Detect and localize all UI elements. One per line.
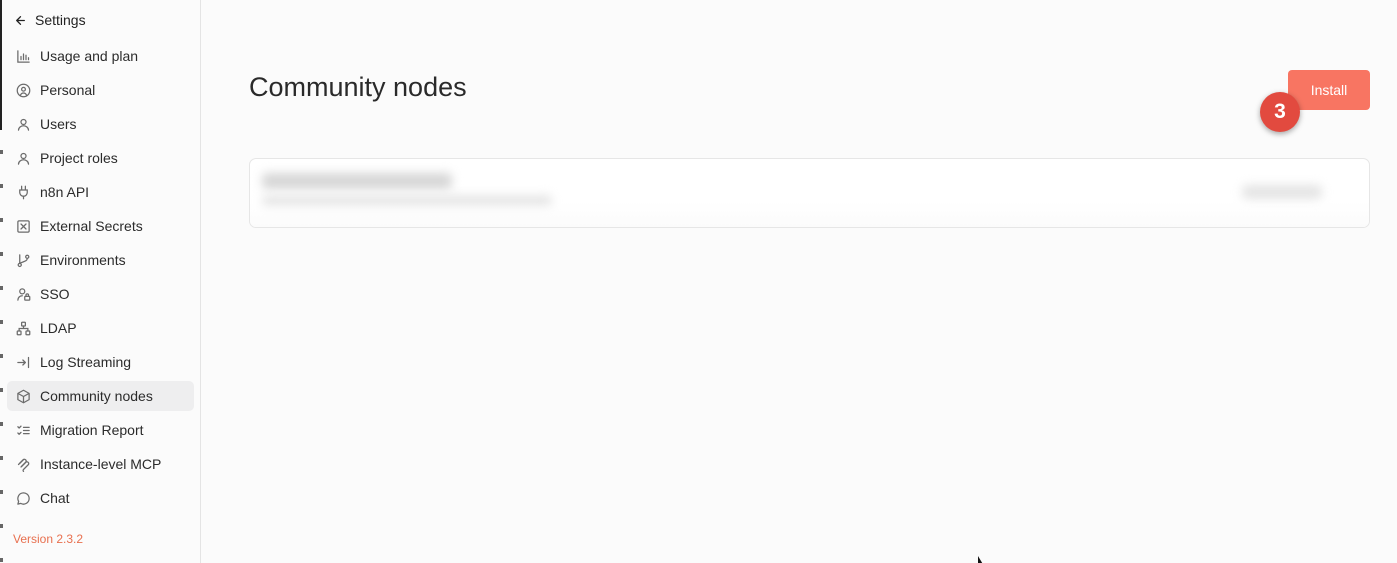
sidebar-item-label: Personal <box>40 82 96 98</box>
settings-nav: Usage and plan Personal Users Project ro… <box>7 41 194 517</box>
sidebar-item-label: Instance-level MCP <box>40 456 162 472</box>
sidebar-item-migration-report[interactable]: Migration Report <box>7 415 194 445</box>
sidebar-item-label: LDAP <box>40 320 77 336</box>
chart-icon <box>15 48 31 64</box>
back-label: Settings <box>35 12 86 28</box>
sidebar-item-label: Project roles <box>40 150 118 166</box>
sidebar-item-n8n-api[interactable]: n8n API <box>7 177 194 207</box>
sidebar-item-label: SSO <box>40 286 70 302</box>
sidebar-item-label: Usage and plan <box>40 48 139 64</box>
blurred-node-version <box>1242 185 1322 199</box>
sidebar-item-environments[interactable]: Environments <box>7 245 194 275</box>
plug-icon <box>15 184 31 200</box>
mouse-cursor-icon <box>978 556 983 563</box>
sidebar-item-ldap[interactable]: LDAP <box>7 313 194 343</box>
sidebar-item-chat[interactable]: Chat <box>7 483 194 513</box>
sidebar-item-label: Community nodes <box>40 388 153 404</box>
log-in-icon <box>15 354 31 370</box>
sidebar-item-log-streaming[interactable]: Log Streaming <box>7 347 194 377</box>
back-to-settings-button[interactable]: Settings <box>14 10 86 30</box>
sidebar-item-project-roles[interactable]: Project roles <box>7 143 194 173</box>
list-checks-icon <box>15 422 31 438</box>
window-edge-ticks <box>0 130 3 563</box>
user-circle-icon <box>15 82 31 98</box>
step-badge: 3 <box>1260 92 1300 132</box>
message-circle-icon <box>15 490 31 506</box>
settings-app: Settings Usage and plan Personal Users P… <box>0 0 1397 563</box>
sidebar-item-instance-level-mcp[interactable]: Instance-level MCP <box>7 449 194 479</box>
network-icon <box>15 320 31 336</box>
sidebar-item-label: Log Streaming <box>40 354 132 370</box>
arrow-left-icon <box>16 15 25 25</box>
user-icon <box>15 150 31 166</box>
sidebar-item-label: Chat <box>40 490 70 506</box>
square-x-icon <box>15 218 31 234</box>
community-node-card[interactable] <box>249 158 1370 228</box>
sidebar-item-personal[interactable]: Personal <box>7 75 194 105</box>
sidebar-item-external-secrets[interactable]: External Secrets <box>7 211 194 241</box>
box-icon <box>15 388 31 404</box>
settings-sidebar: Settings Usage and plan Personal Users P… <box>0 0 201 563</box>
user-icon <box>15 116 31 132</box>
sidebar-item-usage-and-plan[interactable]: Usage and plan <box>7 41 194 71</box>
window-edge <box>0 0 2 130</box>
user-lock-icon <box>15 286 31 302</box>
sidebar-item-community-nodes[interactable]: Community nodes <box>7 381 194 411</box>
sidebar-item-label: Users <box>40 116 77 132</box>
mcp-icon <box>15 456 31 472</box>
version-label: Version 2.3.2 <box>13 532 84 546</box>
sidebar-item-label: Environments <box>40 252 126 268</box>
blurred-node-name <box>262 173 452 189</box>
git-branch-icon <box>15 252 31 268</box>
sidebar-item-label: Migration Report <box>40 422 144 438</box>
install-button[interactable]: Install <box>1288 70 1370 110</box>
sidebar-item-label: External Secrets <box>40 218 143 234</box>
sidebar-item-label: n8n API <box>40 184 90 200</box>
page-title: Community nodes <box>249 72 467 102</box>
sidebar-item-users[interactable]: Users <box>7 109 194 139</box>
sidebar-item-sso[interactable]: SSO <box>7 279 194 309</box>
card-fade <box>250 201 1369 227</box>
